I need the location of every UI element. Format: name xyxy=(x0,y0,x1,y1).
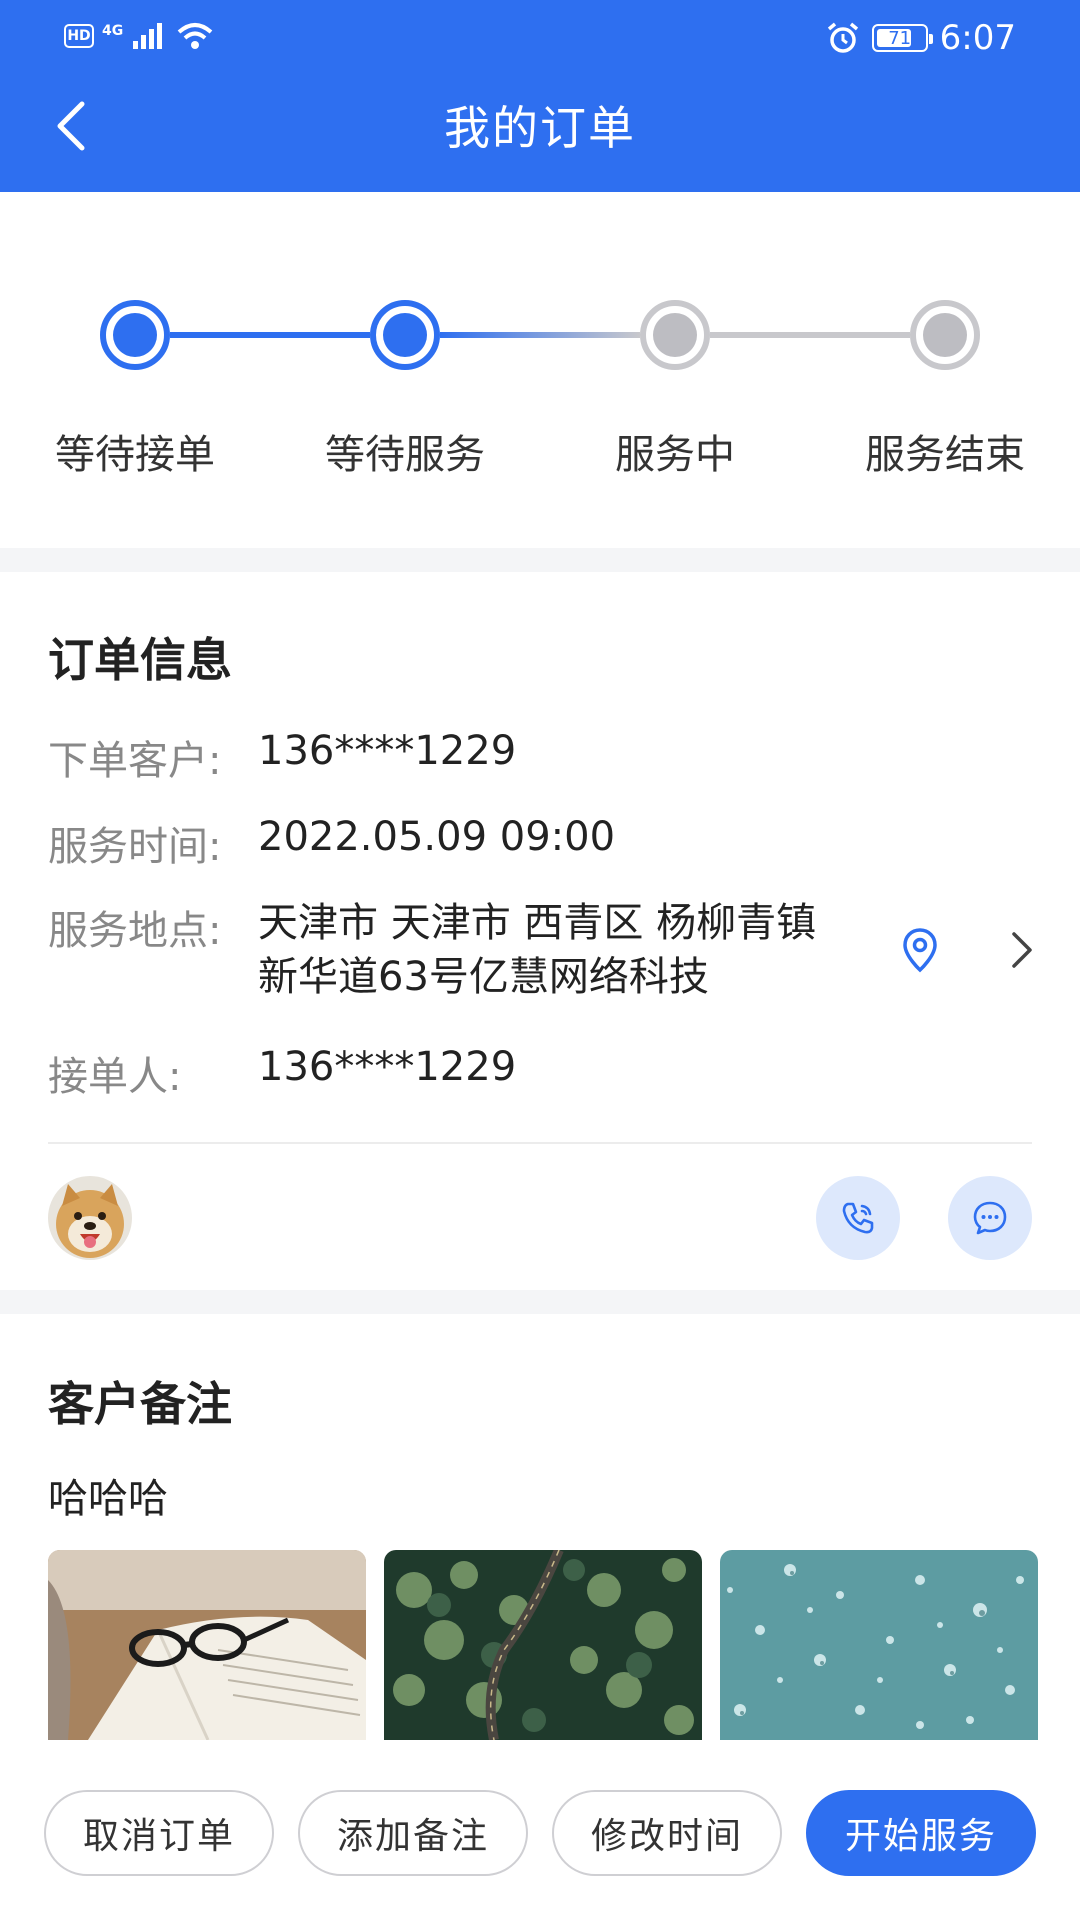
status-left: HD 4G xyxy=(64,20,215,52)
step-label: 服务结束 xyxy=(865,432,1025,478)
step-label: 服务中 xyxy=(615,432,735,478)
bottom-action-bar: 取消订单 添加备注 修改时间 开始服务 xyxy=(0,1744,1080,1920)
time-label: 服务时间: xyxy=(48,824,222,870)
step-dot xyxy=(640,300,710,370)
hd-badge: HD xyxy=(64,24,94,48)
network-type: 4G xyxy=(102,23,124,39)
start-service-button[interactable]: 开始服务 xyxy=(806,1790,1036,1876)
address-line-1: 天津市 天津市 西青区 杨柳青镇 xyxy=(258,900,817,946)
customer-value: 136****1229 xyxy=(258,728,517,774)
receiver-value: 136****1229 xyxy=(258,1044,517,1090)
notes-title: 客户备注 xyxy=(48,1377,232,1431)
order-info-title: 订单信息 xyxy=(48,633,232,687)
app-header: HD 4G 71 6:07 我的订单 xyxy=(0,0,1080,192)
call-button[interactable] xyxy=(816,1176,900,1260)
nav-bar: 我的订单 xyxy=(0,76,1080,192)
step-dot xyxy=(910,300,980,370)
forest-road-image xyxy=(384,1550,702,1740)
step-service-ended: 服务结束 xyxy=(810,192,1080,548)
step-waiting-service: 等待服务 xyxy=(270,192,540,548)
receiver-label: 接单人: xyxy=(48,1054,182,1100)
water-drops-image xyxy=(720,1550,1038,1740)
status-right: 71 6:07 xyxy=(826,18,1016,58)
notes-text: 哈哈哈 xyxy=(48,1476,168,1522)
section-divider xyxy=(0,548,1080,572)
change-time-button[interactable]: 修改时间 xyxy=(552,1790,782,1876)
status-bar: HD 4G 71 6:07 xyxy=(0,0,1080,76)
address-line-2: 新华道63号亿慧网络科技 xyxy=(258,954,709,1000)
note-photo-water[interactable] xyxy=(720,1550,1038,1740)
dog-avatar-image xyxy=(48,1176,132,1260)
order-info-card: 订单信息 下单客户: 136****1229 服务时间: 2022.05.09 … xyxy=(0,572,1080,1290)
alarm-icon xyxy=(827,22,858,53)
chat-bubble-icon xyxy=(973,1201,1007,1235)
avatar[interactable] xyxy=(48,1176,132,1260)
location-pin-icon[interactable] xyxy=(896,926,944,974)
step-dot xyxy=(100,300,170,370)
address-row[interactable]: 服务地点: 天津市 天津市 西青区 杨柳青镇 新华道63号亿慧网络科技 xyxy=(48,898,1032,1018)
step-dot xyxy=(370,300,440,370)
address-label: 服务地点: xyxy=(48,908,222,954)
step-label: 等待接单 xyxy=(55,432,215,478)
book-glasses-image xyxy=(48,1550,366,1740)
time-value: 2022.05.09 09:00 xyxy=(258,814,616,860)
signal-icon xyxy=(133,23,163,49)
step-waiting-accept: 等待接单 xyxy=(0,192,270,548)
customer-notes-card: 客户备注 哈哈哈 xyxy=(0,1314,1080,1744)
chevron-right-icon[interactable] xyxy=(1002,926,1042,974)
phone-icon xyxy=(842,1202,874,1234)
step-label: 等待服务 xyxy=(325,432,485,478)
note-photo-book[interactable] xyxy=(48,1550,366,1740)
wifi-icon xyxy=(177,23,213,49)
customer-label: 下单客户: xyxy=(48,738,222,784)
battery-icon: 71 xyxy=(871,24,933,52)
add-note-button[interactable]: 添加备注 xyxy=(298,1790,528,1876)
battery-level: 71 xyxy=(888,27,912,49)
chat-button[interactable] xyxy=(948,1176,1032,1260)
note-photo-forest[interactable] xyxy=(384,1550,702,1740)
clock: 6:07 xyxy=(939,18,1016,58)
step-in-service: 服务中 xyxy=(540,192,810,548)
address-value: 天津市 天津市 西青区 杨柳青镇 新华道63号亿慧网络科技 xyxy=(258,896,858,1004)
order-progress: 等待接单 等待服务 服务中 服务结束 xyxy=(0,192,1080,548)
divider-line xyxy=(48,1142,1032,1144)
page-title: 我的订单 xyxy=(444,101,636,155)
cancel-order-button[interactable]: 取消订单 xyxy=(44,1790,274,1876)
section-divider xyxy=(0,1290,1080,1314)
